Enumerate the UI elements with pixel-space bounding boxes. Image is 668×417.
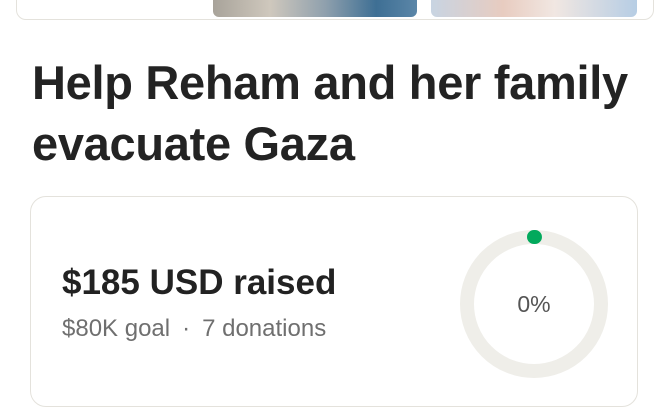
media-gallery[interactable] (16, 0, 654, 20)
campaign-title: Help Reham and her family evacuate Gaza (32, 56, 628, 170)
goal-and-donations: $80K goal · 7 donations (62, 314, 326, 344)
donation-progress-card[interactable]: $185 USD raised $80K goal · 7 donations 0% (30, 196, 638, 407)
separator-dot: · (182, 315, 191, 342)
progress-ring: 0% (457, 227, 611, 381)
gallery-photo[interactable] (431, 0, 637, 17)
goal-amount: $80K goal (62, 315, 171, 342)
donation-count: 7 donations (202, 315, 327, 342)
amount-raised: $185 USD raised (62, 263, 337, 302)
gallery-photo[interactable] (213, 0, 417, 17)
fundraiser-page: Help Reham and her family evacuate Gaza … (0, 0, 668, 417)
progress-percent: 0% (517, 290, 551, 317)
